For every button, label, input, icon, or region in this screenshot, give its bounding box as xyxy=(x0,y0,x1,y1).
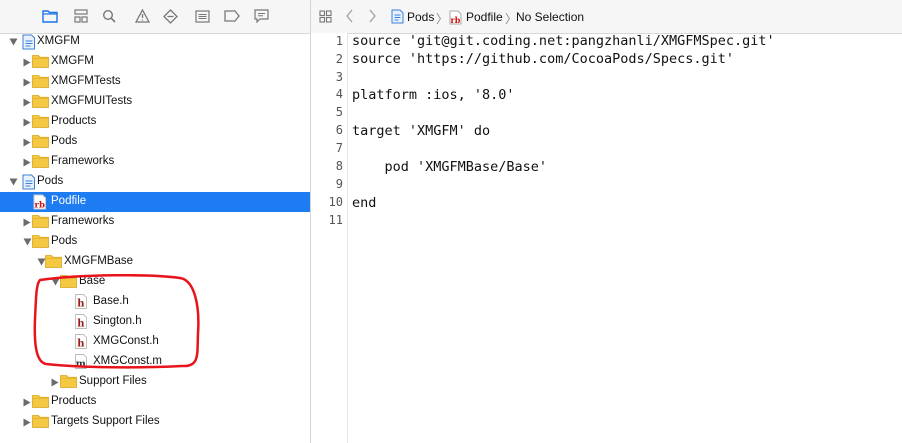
tree-row[interactable]: Targets Support Files xyxy=(0,412,310,432)
folder-icon xyxy=(32,94,49,109)
project-file-icon xyxy=(389,8,405,24)
line-number: 11 xyxy=(328,213,343,227)
code-line[interactable]: source 'git@git.coding.net:pangzhanli/XM… xyxy=(352,33,775,49)
tree-item-label: Products xyxy=(51,115,97,127)
line-number: 5 xyxy=(335,105,343,119)
forward-arrow-icon[interactable] xyxy=(364,8,380,24)
diamond-icon[interactable] xyxy=(162,8,178,24)
line-number: 7 xyxy=(335,141,343,155)
tree-row[interactable]: Frameworks xyxy=(0,152,310,172)
tree-item-label: Pods xyxy=(51,135,78,147)
folder-icon xyxy=(60,374,77,389)
tree-row[interactable]: Products xyxy=(0,392,310,412)
disclosure-collapsed-icon[interactable] xyxy=(50,377,60,387)
disclosure-collapsed-icon[interactable] xyxy=(22,217,32,227)
folder-icon[interactable] xyxy=(42,8,58,24)
ruby-file-icon: rb xyxy=(447,9,463,25)
line-number: 2 xyxy=(335,52,343,66)
code-line[interactable]: target 'XMGFM' do xyxy=(352,123,490,139)
folder-icon xyxy=(32,54,49,69)
search-icon[interactable] xyxy=(101,8,117,24)
line-number: 8 xyxy=(335,159,343,173)
tree-row[interactable]: Frameworks xyxy=(0,212,310,232)
svg-text:rb: rb xyxy=(450,15,460,25)
tree-row[interactable]: XMGFMUITests xyxy=(0,92,310,112)
line-number: 9 xyxy=(335,177,343,191)
disclosure-collapsed-icon[interactable] xyxy=(22,417,32,427)
breadcrumb-file[interactable]: Podfile xyxy=(466,10,503,24)
tree-row[interactable]: Pods xyxy=(0,132,310,152)
tree-item-label: XMGFMBase xyxy=(64,255,134,267)
tree-item-label: Frameworks xyxy=(51,215,115,227)
tree-item-label: XMGFMUITests xyxy=(51,95,133,107)
warning-icon[interactable] xyxy=(134,8,150,24)
tree-item-label: XMGFM xyxy=(37,35,80,47)
tree-row[interactable]: Pods xyxy=(0,172,310,192)
disclosure-collapsed-icon[interactable] xyxy=(22,57,32,67)
editor-jump-bar: Pods 〉 rb Podfile 〉 No Selection xyxy=(311,0,902,34)
ruby-file-icon: rb xyxy=(33,194,50,211)
project-navigator: XMGFM XMGFM XMGFMTests XMGFMUITests Products… xyxy=(0,0,311,443)
back-arrow-icon[interactable] xyxy=(341,8,357,24)
tree-row[interactable]: XMGFMBase xyxy=(0,252,310,272)
folder-icon xyxy=(32,234,49,249)
tree-row[interactable]: Pods xyxy=(0,232,310,252)
tree-row[interactable]: XMGFM xyxy=(0,32,310,52)
line-number: 10 xyxy=(328,195,343,209)
red-annotation-circle xyxy=(33,274,200,369)
navigator-toolbar xyxy=(0,0,310,34)
hierarchy-icon[interactable] xyxy=(73,8,89,24)
disclosure-collapsed-icon[interactable] xyxy=(22,137,32,147)
tree-item-label: Pods xyxy=(51,235,78,247)
folder-icon xyxy=(32,74,49,89)
code-line[interactable]: end xyxy=(352,195,376,211)
tree-item-label: Podfile xyxy=(51,195,87,207)
code-line[interactable]: source 'https://github.com/CocoaPods/Spe… xyxy=(352,51,734,67)
tree-item-label: Frameworks xyxy=(51,155,115,167)
svg-text:rb: rb xyxy=(35,201,45,211)
disclosure-collapsed-icon[interactable] xyxy=(22,397,32,407)
comment-icon[interactable] xyxy=(253,8,269,24)
tree-row[interactable]: XMGFMTests xyxy=(0,72,310,92)
folder-icon xyxy=(45,254,62,269)
folder-icon xyxy=(32,154,49,169)
tree-item-label: Targets Support Files xyxy=(51,415,160,427)
tree-item-label: Support Files xyxy=(79,375,147,387)
breadcrumb-selection[interactable]: No Selection xyxy=(516,10,584,24)
tree-item-label: XMGFMTests xyxy=(51,75,121,87)
tree-row[interactable]: XMGFM xyxy=(0,52,310,72)
tree-item-label: Pods xyxy=(37,175,64,187)
disclosure-expanded-icon[interactable] xyxy=(22,237,32,247)
tree-item-label: Products xyxy=(51,395,97,407)
code-line[interactable]: platform :ios, '8.0' xyxy=(352,87,515,103)
line-number: 4 xyxy=(335,87,343,101)
folder-icon xyxy=(32,214,49,229)
line-number-gutter: 1 2 3 4 5 6 7 8 9 10 11 xyxy=(311,33,348,443)
disclosure-collapsed-icon[interactable] xyxy=(22,77,32,87)
breadcrumb-project[interactable]: Pods xyxy=(407,10,434,24)
tag-icon[interactable] xyxy=(224,8,240,24)
list-icon[interactable] xyxy=(194,8,210,24)
disclosure-collapsed-icon[interactable] xyxy=(22,97,32,107)
folder-icon xyxy=(32,114,49,129)
disclosure-expanded-icon[interactable] xyxy=(8,177,18,187)
line-number: 3 xyxy=(335,70,343,84)
disclosure-collapsed-icon[interactable] xyxy=(22,157,32,167)
folder-icon xyxy=(32,394,49,409)
disclosure-expanded-icon[interactable] xyxy=(8,37,18,47)
code-line[interactable]: pod 'XMGFMBase/Base' xyxy=(352,159,548,175)
tree-row[interactable]: rb Podfile xyxy=(0,192,310,212)
folder-icon xyxy=(32,134,49,149)
tree-item-label: XMGFM xyxy=(51,55,94,67)
tree-row[interactable]: Products xyxy=(0,112,310,132)
related-items-icon[interactable] xyxy=(317,8,333,24)
tree-row[interactable]: Support Files xyxy=(0,372,310,392)
folder-icon xyxy=(32,414,49,429)
disclosure-collapsed-icon[interactable] xyxy=(22,117,32,127)
line-number: 1 xyxy=(335,34,343,48)
line-number: 6 xyxy=(335,123,343,137)
